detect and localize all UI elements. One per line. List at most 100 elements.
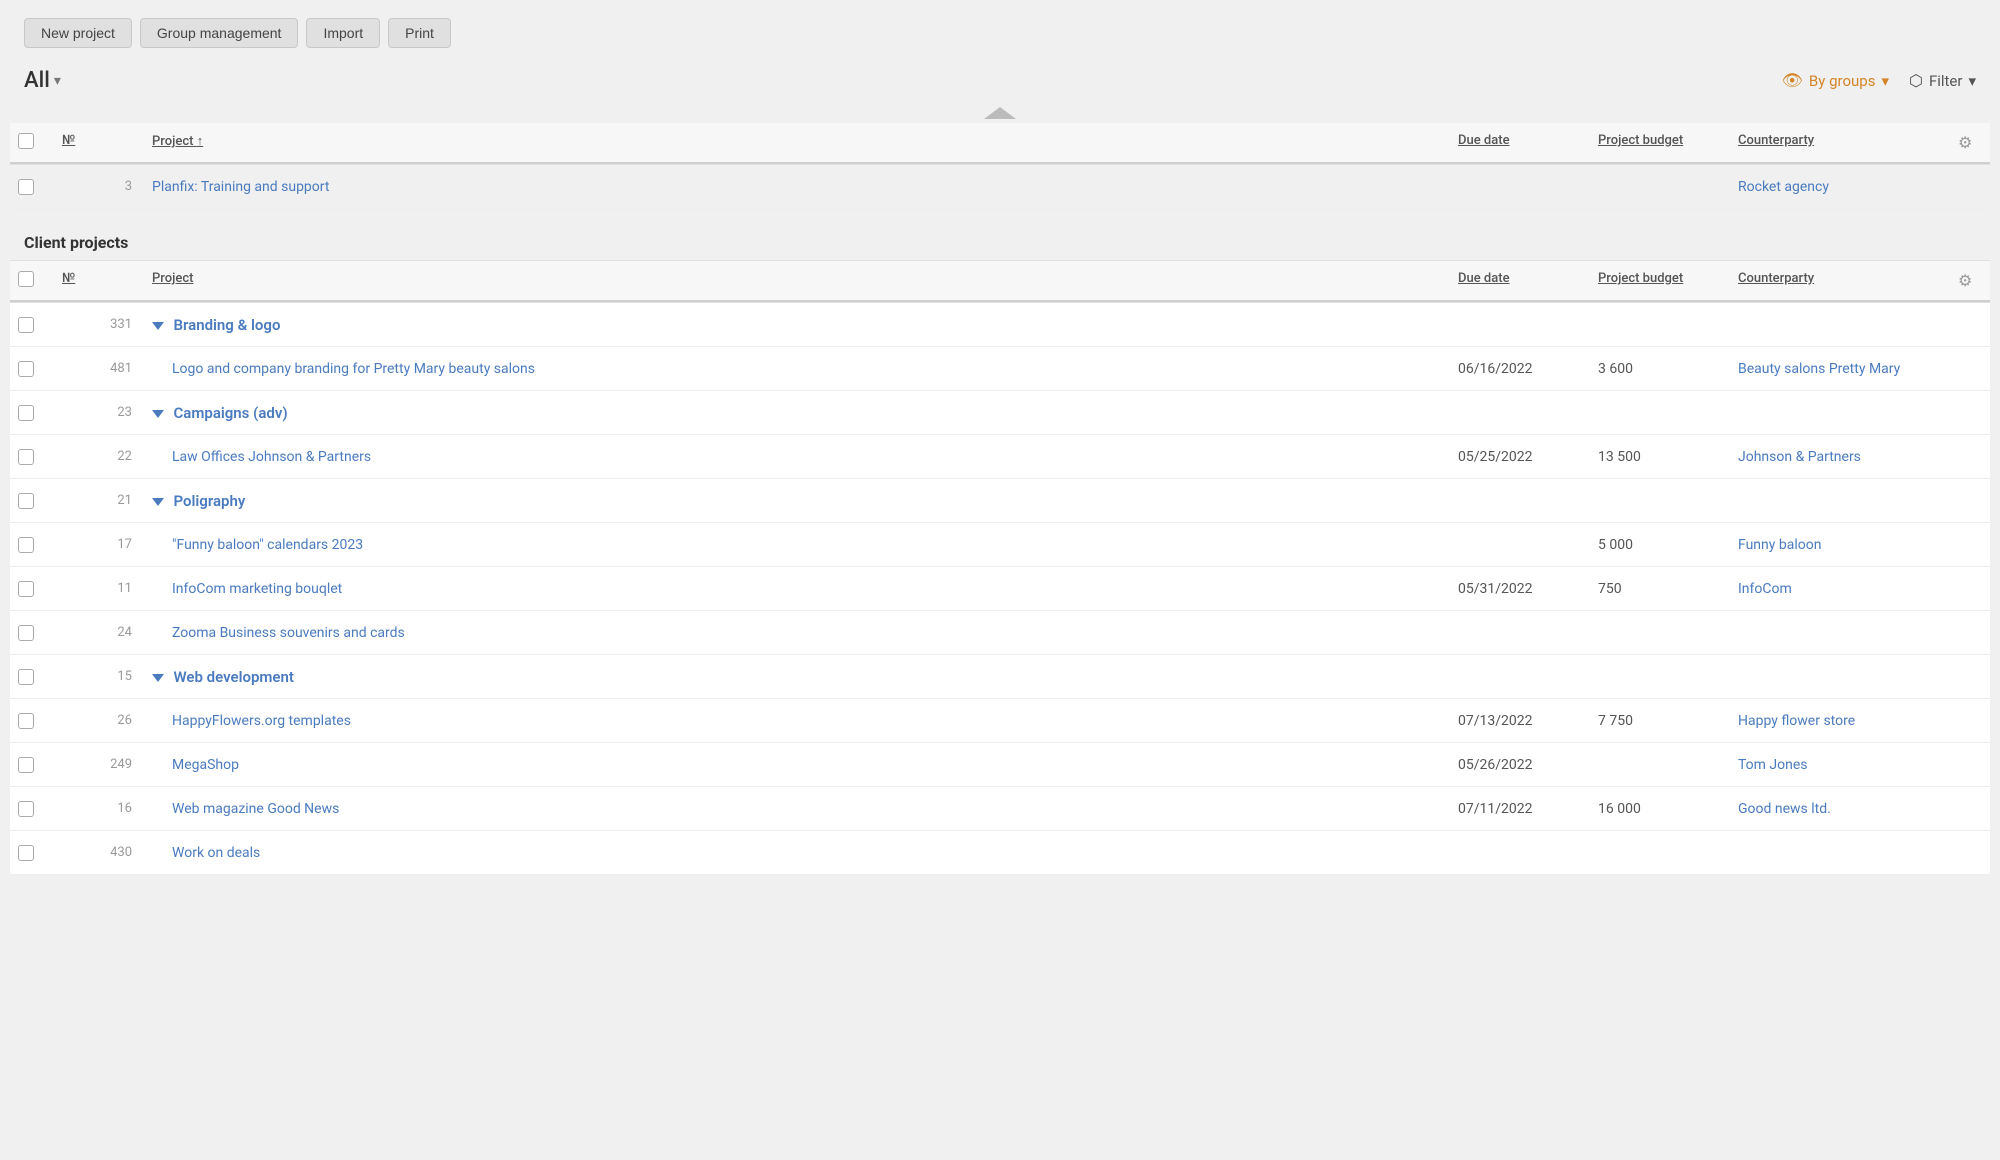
counterparty-link[interactable]: Happy flower store (1738, 713, 1855, 729)
row-due-date: 05/31/2022 (1450, 571, 1590, 607)
g-header-counterparty[interactable]: Counterparty (1730, 261, 1950, 302)
row-counterparty[interactable]: Tom Jones (1730, 747, 1950, 783)
project-link[interactable]: "Funny baloon" calendars 2023 (172, 537, 363, 553)
group-name-label[interactable]: Web development (173, 668, 293, 686)
new-project-button[interactable]: New project (24, 18, 132, 48)
table-row: 22 Law Offices Johnson & Partners 05/25/… (10, 435, 1990, 479)
import-button[interactable]: Import (306, 18, 380, 48)
view-selector[interactable]: All ▾ (24, 68, 61, 93)
row-counterparty[interactable]: Good news ltd. (1730, 791, 1950, 827)
g-header-number[interactable]: № (54, 261, 144, 302)
row-counterparty[interactable]: Rocket agency (1730, 169, 1950, 205)
group-counterparty (1730, 315, 1950, 335)
group-row-name[interactable]: Campaigns (adv) (144, 394, 1450, 432)
group-row-number: 21 (54, 483, 144, 518)
row-project[interactable]: HappyFlowers.org templates (144, 703, 1450, 739)
group-name-label[interactable]: Campaigns (adv) (173, 404, 287, 422)
counterparty-link[interactable]: Johnson & Partners (1738, 449, 1861, 465)
project-link[interactable]: Work on deals (172, 845, 260, 861)
group-collapse-icon[interactable] (152, 498, 164, 506)
header-settings[interactable]: ⚙ (1950, 123, 1990, 164)
row-counterparty[interactable]: Johnson & Partners (1730, 439, 1950, 475)
row-checkbox[interactable] (10, 169, 54, 205)
header-due-date[interactable]: Due date (1450, 123, 1590, 164)
g-header-settings[interactable]: ⚙ (1950, 261, 1990, 302)
header-checkbox[interactable] (10, 123, 54, 164)
counterparty-link[interactable]: Beauty salons Pretty Mary (1738, 361, 1900, 377)
row-project[interactable]: Planfix: Training and support (144, 169, 1450, 205)
group-row-checkbox[interactable] (10, 395, 54, 431)
group-row-name[interactable]: Branding & logo (144, 306, 1450, 344)
row-checkbox[interactable] (10, 351, 54, 387)
row-checkbox[interactable] (10, 571, 54, 607)
counterparty-link[interactable]: Funny baloon (1738, 537, 1821, 553)
header-project[interactable]: Project (144, 123, 1450, 164)
row-checkbox[interactable] (10, 527, 54, 563)
row-number: 16 (54, 791, 144, 826)
row-checkbox[interactable] (10, 791, 54, 827)
row-project[interactable]: InfoCom marketing bouqlet (144, 571, 1450, 607)
header-project-budget[interactable]: Project budget (1590, 123, 1730, 164)
project-link[interactable]: Zooma Business souvenirs and cards (172, 625, 405, 641)
filter-icon: ⬡ (1909, 71, 1923, 90)
row-counterparty[interactable] (1730, 843, 1950, 863)
collapse-triangle-icon[interactable] (984, 107, 1016, 119)
g-select-all-checkbox[interactable] (18, 271, 34, 287)
group-collapse-icon[interactable] (152, 410, 164, 418)
row-checkbox[interactable] (10, 615, 54, 651)
row-project[interactable]: Law Offices Johnson & Partners (144, 439, 1450, 475)
row-counterparty[interactable]: InfoCom (1730, 571, 1950, 607)
group-name-label[interactable]: Branding & logo (173, 316, 280, 334)
row-counterparty[interactable]: Funny baloon (1730, 527, 1950, 563)
row-checkbox[interactable] (10, 747, 54, 783)
project-link[interactable]: Law Offices Johnson & Partners (172, 449, 371, 465)
group-row-name[interactable]: Poligraphy (144, 482, 1450, 520)
g-header-checkbox[interactable] (10, 261, 54, 302)
group-name-label[interactable]: Poligraphy (173, 492, 245, 510)
project-link[interactable]: MegaShop (172, 757, 239, 773)
by-groups-button[interactable]: 👁 By groups ▾ (1781, 71, 1889, 91)
group-collapse-icon[interactable] (152, 322, 164, 330)
group-collapse-icon[interactable] (152, 674, 164, 682)
group-counterparty (1730, 667, 1950, 687)
filter-button[interactable]: ⬡ Filter ▾ (1909, 71, 1976, 90)
g-header-project[interactable]: Project (144, 261, 1450, 302)
header-counterparty[interactable]: Counterparty (1730, 123, 1950, 164)
row-counterparty[interactable]: Beauty salons Pretty Mary (1730, 351, 1950, 387)
counterparty-link[interactable]: Good news ltd. (1738, 801, 1831, 817)
project-link[interactable]: Logo and company branding for Pretty Mar… (172, 361, 535, 377)
header-number[interactable]: № (54, 123, 144, 164)
row-project[interactable]: MegaShop (144, 747, 1450, 783)
row-counterparty[interactable]: Happy flower store (1730, 703, 1950, 739)
row-counterparty[interactable] (1730, 623, 1950, 643)
g-header-budget[interactable]: Project budget (1590, 261, 1730, 302)
group-row-checkbox[interactable] (10, 307, 54, 343)
select-all-checkbox[interactable] (18, 133, 34, 149)
project-link[interactable]: HappyFlowers.org templates (172, 713, 351, 729)
print-button[interactable]: Print (388, 18, 451, 48)
row-project[interactable]: "Funny baloon" calendars 2023 (144, 527, 1450, 563)
group-row-name[interactable]: Web development (144, 658, 1450, 696)
row-checkbox[interactable] (10, 439, 54, 475)
row-checkbox[interactable] (10, 835, 54, 871)
group-due-date (1450, 403, 1590, 423)
g-header-due-date[interactable]: Due date (1450, 261, 1590, 302)
groups-table-header: № Project Due date Project budget Counte… (10, 260, 1990, 303)
counterparty-link[interactable]: Tom Jones (1738, 757, 1808, 773)
project-link[interactable]: InfoCom marketing bouqlet (172, 581, 342, 597)
group-row-checkbox[interactable] (10, 659, 54, 695)
row-number: 22 (54, 439, 144, 474)
group-header-row: 23 Campaigns (adv) (10, 391, 1990, 435)
table-header: № Project Due date Project budget Counte… (10, 123, 1990, 165)
project-link[interactable]: Web magazine Good News (172, 801, 339, 817)
row-due-date (1450, 535, 1590, 555)
row-project[interactable]: Zooma Business souvenirs and cards (144, 615, 1450, 651)
group-due-date (1450, 667, 1590, 687)
row-project[interactable]: Logo and company branding for Pretty Mar… (144, 351, 1450, 387)
row-project[interactable]: Web magazine Good News (144, 791, 1450, 827)
row-project[interactable]: Work on deals (144, 835, 1450, 871)
counterparty-link[interactable]: InfoCom (1738, 581, 1792, 597)
row-checkbox[interactable] (10, 703, 54, 739)
group-row-checkbox[interactable] (10, 483, 54, 519)
group-management-button[interactable]: Group management (140, 18, 299, 48)
